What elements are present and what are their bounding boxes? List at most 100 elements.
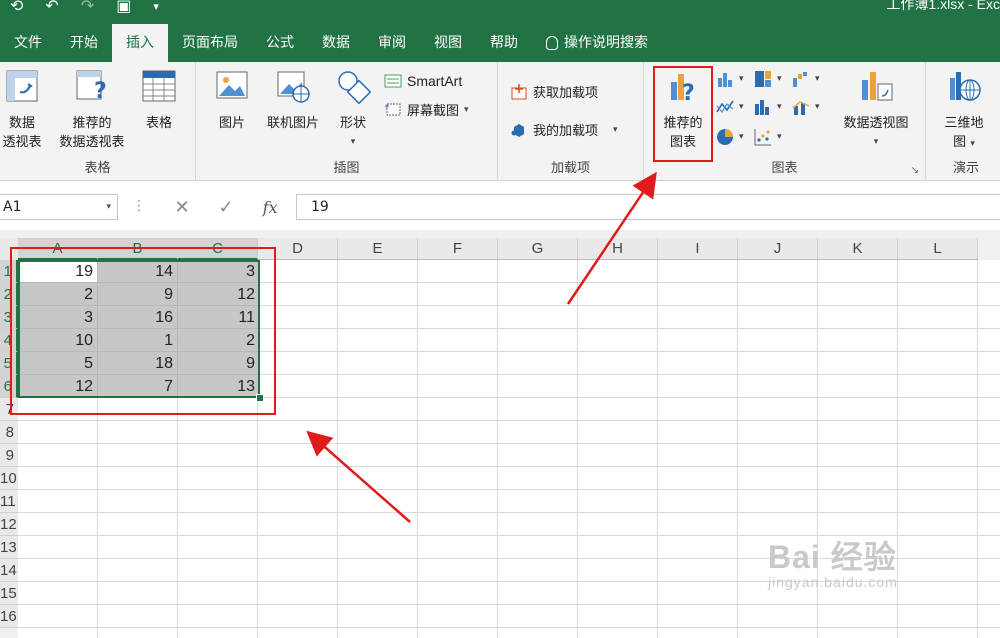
line-chart-button[interactable]: ▾ [716, 98, 744, 116]
pictures-icon [216, 71, 248, 99]
tab-view[interactable]: 视图 [420, 24, 476, 62]
pictures-button[interactable]: 图片 [210, 68, 254, 133]
online-pictures-button[interactable]: 联机图片 [260, 68, 326, 133]
statistic-chart-dropdown-icon: ▾ [777, 102, 782, 112]
table-button[interactable]: 表格 [138, 68, 180, 133]
column-header[interactable]: G [498, 238, 578, 260]
scatter-chart-button[interactable]: ▾ [754, 128, 782, 146]
smartart-button[interactable]: SmartArt [384, 72, 462, 90]
row-header[interactable]: 9 [0, 444, 18, 467]
tab-page-layout[interactable]: 页面布局 [168, 24, 252, 62]
pivot-chart-button[interactable]: 数据透视图 ▾ [834, 68, 918, 152]
tab-data[interactable]: 数据 [308, 24, 364, 62]
pie-chart-dropdown-icon: ▾ [739, 132, 744, 142]
statistic-chart-icon [755, 100, 769, 115]
tab-insert[interactable]: 插入 [112, 24, 168, 62]
name-box[interactable]: A1 ▾ [0, 194, 118, 220]
store-icon [511, 83, 527, 99]
lightbulb-icon [546, 36, 558, 50]
get-addins-label: 获取加载项 [533, 86, 599, 101]
save-icon[interactable]: ▣ [116, 0, 131, 15]
table-label: 表格 [145, 116, 172, 131]
recommended-pivot-label-2: 数据透视表 [59, 135, 125, 150]
quick-access-toolbar: ⟲ ↶ ↷ ▣ ▾ [10, 0, 159, 15]
waterfall-chart-button[interactable]: ▾ [792, 70, 820, 88]
scatter-chart-dropdown-icon: ▾ [777, 132, 782, 142]
combo-chart-icon [792, 101, 810, 115]
3d-map-label-2: 图 ▾ [953, 135, 975, 150]
row-header[interactable]: 13 [0, 536, 18, 559]
pivot-label-1: 数据 [8, 116, 35, 131]
tab-review[interactable]: 审阅 [364, 24, 420, 62]
row-header[interactable]: 14 [0, 559, 18, 582]
pie-chart-icon [717, 129, 733, 145]
pivot-table-button[interactable]: 数据 透视表 [0, 68, 46, 152]
row-header[interactable]: 8 [0, 421, 18, 444]
recommended-pivot-icon: ? [76, 70, 107, 104]
tell-me-search[interactable]: 操作说明搜索 [532, 24, 662, 62]
combo-chart-button[interactable]: ▾ [792, 98, 820, 116]
pivot-chart-icon [862, 72, 893, 101]
data-range-highlight [10, 247, 276, 415]
formula-input[interactable]: 19 [296, 194, 1000, 220]
hierarchy-chart-button[interactable]: ▾ [754, 70, 782, 88]
my-addins-label: 我的加载项 [533, 124, 599, 139]
row-header[interactable]: 16 [0, 605, 18, 628]
line-chart-icon [716, 100, 734, 114]
screenshot-icon [385, 103, 401, 115]
shapes-button[interactable]: 形状 ▾ [332, 68, 374, 152]
group-label-illustrations: 插图 [333, 161, 360, 176]
column-header[interactable]: K [818, 238, 898, 260]
pictures-label: 图片 [218, 116, 245, 131]
group-tours: 三维地 图 ▾ 演示 [926, 62, 1000, 180]
insert-function-icon[interactable]: fx [263, 198, 278, 217]
column-chart-icon [718, 73, 732, 87]
pie-chart-button[interactable]: ▾ [716, 128, 744, 146]
watermark-brand: Bai 经验 [768, 539, 897, 575]
group-addins: 获取加载项 我的加载项 ▾ 加载项 [498, 62, 644, 180]
formula-bar: A1 ▾ ⋮ ✕ ✓ fx 19 [0, 186, 1000, 230]
cancel-icon[interactable]: ✕ [174, 197, 189, 218]
column-header[interactable]: F [418, 238, 498, 260]
redo-icon[interactable]: ↷ [81, 0, 94, 15]
screenshot-button[interactable]: 屏幕截图 ▾ [384, 100, 469, 119]
row-header[interactable]: 12 [0, 513, 18, 536]
smartart-icon [384, 74, 402, 88]
tab-file[interactable]: 文件 [0, 24, 56, 62]
tab-help[interactable]: 帮助 [476, 24, 532, 62]
column-header[interactable]: E [338, 238, 418, 260]
document-title: 工作簿1.xlsx - Exc [886, 0, 1000, 12]
formula-icons: ✕ ✓ fx [160, 194, 292, 220]
scatter-chart-icon [754, 129, 771, 146]
shapes-label: 形状 [339, 116, 366, 131]
title-bar: ⟲ ↶ ↷ ▣ ▾ 工作簿1.xlsx - Exc 文件 开始 插入 页面布局 … [0, 0, 1000, 62]
enter-icon[interactable]: ✓ [219, 197, 234, 218]
row-header[interactable]: 10 [0, 467, 18, 490]
dialog-launcher-icon[interactable]: ↘ [911, 165, 919, 176]
screenshot-label: 屏幕截图 [407, 104, 460, 119]
column-header[interactable]: L [898, 238, 978, 260]
column-chart-button[interactable]: ▾ [716, 70, 744, 88]
autosave-icon[interactable]: ⟲ [10, 0, 23, 15]
customize-toolbar-icon[interactable]: ▾ [153, 0, 159, 15]
get-addins-button[interactable]: 获取加载项 [510, 82, 598, 101]
name-box-dropdown-icon[interactable]: ▾ [106, 202, 111, 212]
recommended-pivot-button[interactable]: ? 推荐的 数据透视表 [52, 68, 132, 152]
my-addins-button[interactable]: 我的加载项 ▾ [510, 120, 618, 139]
column-header[interactable]: H [578, 238, 658, 260]
column-header[interactable]: I [658, 238, 738, 260]
group-label-addins: 加载项 [550, 161, 590, 176]
undo-icon[interactable]: ↶ [45, 0, 58, 15]
baidu-watermark: Bai 经验 jingyan.baidu.com [768, 532, 898, 590]
online-pictures-icon [277, 71, 310, 103]
column-header[interactable]: J [738, 238, 818, 260]
3d-map-button[interactable]: 三维地 图 ▾ [934, 68, 994, 154]
pivot-chart-label: 数据透视图 [843, 116, 909, 131]
tab-formulas[interactable]: 公式 [252, 24, 308, 62]
statistic-chart-button[interactable]: ▾ [754, 98, 782, 116]
table-icon [142, 70, 176, 102]
row-header[interactable]: 11 [0, 490, 18, 513]
row-header[interactable]: 15 [0, 582, 18, 605]
name-box-value: A1 [3, 199, 22, 215]
tab-home[interactable]: 开始 [56, 24, 112, 62]
